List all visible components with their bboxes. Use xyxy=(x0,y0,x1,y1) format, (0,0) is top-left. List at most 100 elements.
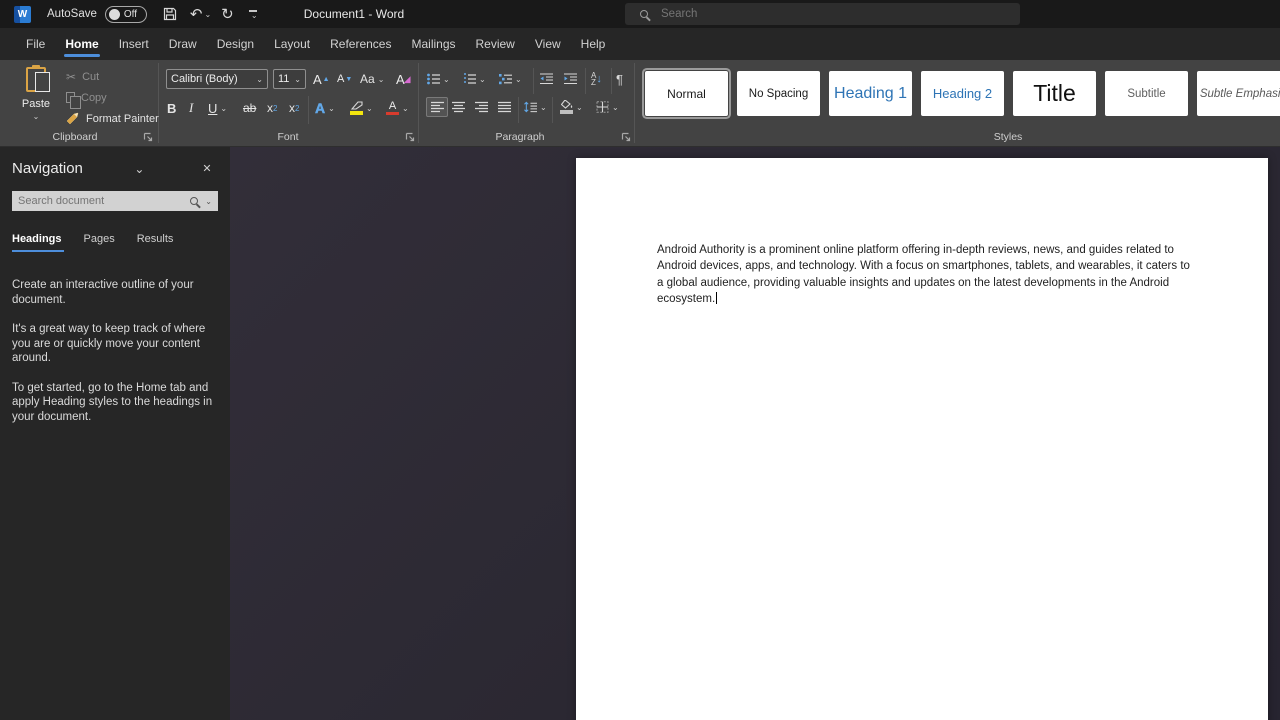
small-separator xyxy=(533,68,534,94)
bullets-icon xyxy=(427,73,440,85)
group-separator xyxy=(634,63,635,143)
shading-icon xyxy=(560,100,573,114)
multilevel-dropdown-icon: ⌄ xyxy=(515,75,522,84)
underline-dropdown-icon: ⌄ xyxy=(220,104,227,113)
numbering-button[interactable]: ⌄ xyxy=(463,69,486,89)
tab-design[interactable]: Design xyxy=(207,29,264,60)
show-hide-marks-button[interactable]: ¶ xyxy=(616,69,623,89)
tab-insert[interactable]: Insert xyxy=(109,29,159,60)
clipboard-group-label: Clipboard xyxy=(30,131,120,143)
line-spacing-button[interactable]: ⌄ xyxy=(524,97,547,117)
tab-home[interactable]: Home xyxy=(55,29,108,60)
subscript-button[interactable]: x2 xyxy=(267,98,277,118)
increase-indent-button[interactable] xyxy=(564,69,577,89)
font-name-combobox[interactable]: Calibri (Body) ⌄ xyxy=(166,69,268,89)
styles-group-label: Styles xyxy=(963,131,1053,143)
shading-button[interactable]: ⌄ xyxy=(560,97,583,117)
navigation-search-box[interactable]: ⌄ xyxy=(12,191,218,211)
tab-draw[interactable]: Draw xyxy=(159,29,207,60)
style-no-spacing[interactable]: No Spacing xyxy=(737,71,820,116)
sort-button[interactable]: AZ ↓ xyxy=(591,69,602,89)
cut-label: Cut xyxy=(82,71,99,83)
undo-dropdown-icon[interactable]: ⌄ xyxy=(204,10,211,19)
shading-dropdown-icon: ⌄ xyxy=(576,103,583,112)
navigation-collapse-icon[interactable]: ⌄ xyxy=(128,162,150,176)
autosave-label: AutoSave xyxy=(47,8,97,20)
align-left-button[interactable] xyxy=(426,97,448,117)
nav-tab-pages[interactable]: Pages xyxy=(84,233,115,252)
underline-button[interactable]: U ⌄ xyxy=(208,98,227,118)
shrink-font-button[interactable]: A▼ xyxy=(337,69,352,89)
small-separator xyxy=(518,97,519,123)
document-canvas[interactable]: Android Authority is a prominent online … xyxy=(230,147,1280,720)
redo-button[interactable]: ↻ xyxy=(221,5,234,23)
navigation-search-input[interactable] xyxy=(12,195,190,207)
decrease-indent-button[interactable] xyxy=(540,69,553,89)
highlight-dropdown-icon: ⌄ xyxy=(366,104,373,113)
copy-icon xyxy=(66,92,75,103)
autosave-toggle[interactable]: Off xyxy=(105,6,147,23)
bold-button[interactable]: B xyxy=(167,98,176,118)
tab-help[interactable]: Help xyxy=(571,29,616,60)
clipboard-dialog-launcher[interactable] xyxy=(143,132,153,142)
group-separator xyxy=(418,63,419,143)
borders-button[interactable]: ⌄ xyxy=(596,97,619,117)
tab-file[interactable]: File xyxy=(16,29,55,60)
paragraph-dialog-launcher[interactable] xyxy=(621,132,631,142)
italic-button[interactable]: I xyxy=(189,98,193,118)
paste-dropdown-icon[interactable]: ⌄ xyxy=(33,112,40,121)
clear-formatting-button[interactable]: A ◢ xyxy=(396,69,411,89)
nav-tab-headings[interactable]: Headings xyxy=(12,233,62,252)
copy-button: Copy xyxy=(66,89,107,106)
style-heading-1[interactable]: Heading 1 xyxy=(829,71,912,116)
cut-button: ✂ Cut xyxy=(66,68,99,85)
tab-view[interactable]: View xyxy=(525,29,571,60)
paste-button[interactable]: Paste ⌄ xyxy=(16,67,56,121)
superscript-button[interactable]: x2 xyxy=(289,98,299,118)
qat-chevron-icon: ⌄ xyxy=(251,13,258,18)
style-heading-2[interactable]: Heading 2 xyxy=(921,71,1004,116)
justify-button[interactable] xyxy=(498,97,511,117)
tab-references[interactable]: References xyxy=(320,29,401,60)
titlebar-search-input[interactable] xyxy=(661,8,961,20)
multilevel-list-icon xyxy=(499,73,512,85)
nav-tab-results[interactable]: Results xyxy=(137,233,174,252)
underline-icon: U xyxy=(208,101,217,116)
pilcrow-icon: ¶ xyxy=(616,72,623,87)
ribbon: Paste ⌄ ✂ Cut Copy Format Painter Clipbo… xyxy=(0,60,1280,147)
style-subtle-emphasis[interactable]: Subtle Emphasis xyxy=(1197,71,1280,116)
align-right-button[interactable] xyxy=(475,97,488,117)
navigation-pane: Navigation ⌄ ✕ ⌄ Headings Pages Results … xyxy=(0,147,230,720)
highlight-color-button[interactable]: ⌄ xyxy=(350,98,373,118)
align-center-button[interactable] xyxy=(452,97,465,117)
document-page[interactable]: Android Authority is a prominent online … xyxy=(576,158,1268,720)
change-case-button[interactable]: Aa ⌄ xyxy=(360,69,384,89)
tab-mailings[interactable]: Mailings xyxy=(401,29,465,60)
style-subtitle[interactable]: Subtitle xyxy=(1105,71,1188,116)
save-icon[interactable] xyxy=(163,7,177,21)
style-title[interactable]: Title xyxy=(1013,71,1096,116)
style-normal[interactable]: Normal xyxy=(645,71,728,116)
customize-quick-access-toolbar-button[interactable]: ⌄ xyxy=(248,10,258,18)
paragraph-group-label: Paragraph xyxy=(475,131,565,143)
cut-icon: ✂ xyxy=(66,70,76,84)
nav-search-dropdown-icon[interactable]: ⌄ xyxy=(205,197,212,206)
multilevel-list-button[interactable]: ⌄ xyxy=(499,69,522,89)
paste-clipboard-icon xyxy=(26,67,46,92)
format-painter-button[interactable]: Format Painter xyxy=(66,110,159,127)
bullets-button[interactable]: ⌄ xyxy=(427,69,450,89)
tab-layout[interactable]: Layout xyxy=(264,29,320,60)
borders-icon xyxy=(596,101,609,113)
undo-button[interactable]: ↶ ⌄ xyxy=(190,5,211,23)
titlebar-search-box[interactable] xyxy=(625,3,1020,25)
tab-review[interactable]: Review xyxy=(466,29,525,60)
font-dialog-launcher[interactable] xyxy=(405,132,415,142)
nav-help-text-3: To get started, go to the Home tab and a… xyxy=(0,381,230,425)
grow-font-button[interactable]: A▲ xyxy=(313,69,330,89)
text-effects-button[interactable]: A ⌄ xyxy=(315,98,335,118)
navigation-close-icon[interactable]: ✕ xyxy=(196,162,218,175)
strikethrough-button[interactable]: ab xyxy=(243,98,256,118)
font-size-combobox[interactable]: 11 ⌄ xyxy=(273,69,306,89)
bold-icon: B xyxy=(167,101,176,116)
font-color-button[interactable]: A ⌄ xyxy=(386,98,409,118)
